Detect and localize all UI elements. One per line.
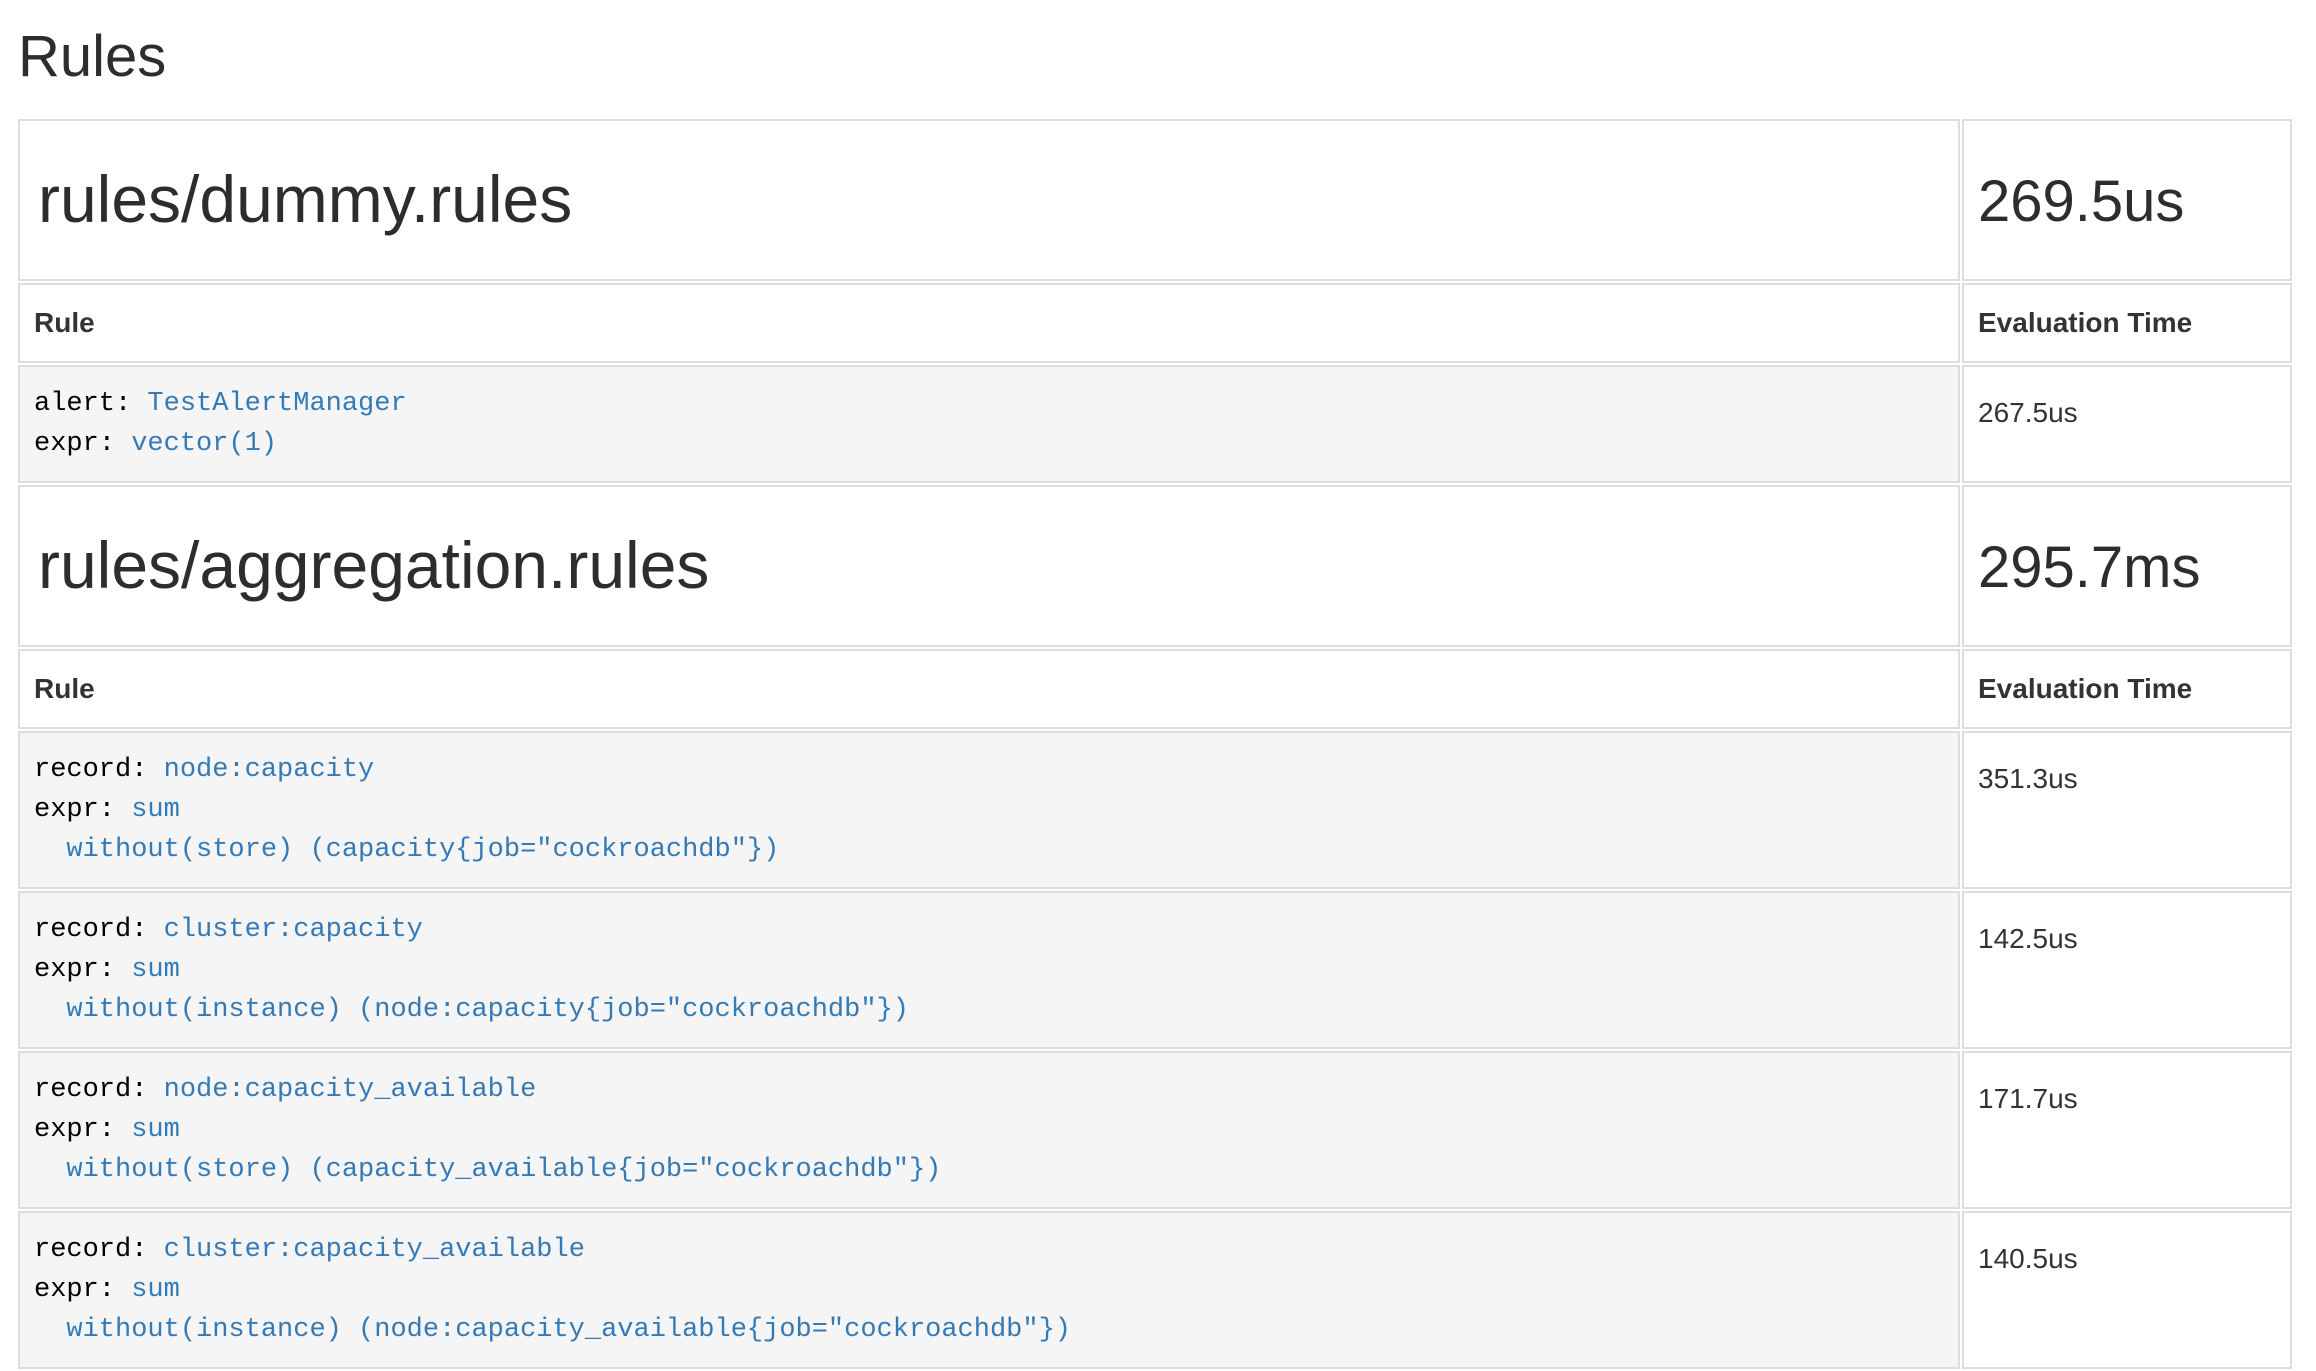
rule-name-link[interactable]: TestAlertManager <box>147 389 406 419</box>
rule-keyword-label: expr: <box>34 955 115 985</box>
rule-eval-time-cell: 140.5us <box>1962 1211 2292 1369</box>
rule-group-eval-total: 295.7ms <box>1978 536 2276 601</box>
rule-code: record: cluster:capacity_available expr:… <box>34 1230 1944 1350</box>
rule-group-eval-total-cell: 295.7ms <box>1962 485 2292 647</box>
rule-row: alert: TestAlertManager expr: vector(1)2… <box>18 365 2292 483</box>
rule-definition-cell: record: node:capacity expr: sum without(… <box>18 731 1960 889</box>
eval-time-column-header: Evaluation Time <box>1962 283 2292 363</box>
rule-group-name-cell: rules/aggregation.rules <box>18 485 1960 647</box>
rule-definition-cell: record: node:capacity_available expr: su… <box>18 1051 1960 1209</box>
rules-table: rules/dummy.rules269.5usRuleEvaluation T… <box>16 117 2294 1371</box>
rule-expr-link[interactable]: sum without(store) (capacity_available{j… <box>34 1115 941 1185</box>
rule-name-link[interactable]: node:capacity <box>164 755 375 785</box>
rule-row: record: node:capacity expr: sum without(… <box>18 731 2292 889</box>
rule-eval-time-cell: 142.5us <box>1962 891 2292 1049</box>
rule-row: record: cluster:capacity_available expr:… <box>18 1211 2292 1369</box>
rule-expr-link[interactable]: sum without(store) (capacity{job="cockro… <box>34 795 779 865</box>
column-header-row: RuleEvaluation Time <box>18 649 2292 729</box>
rule-eval-time-cell: 351.3us <box>1962 731 2292 889</box>
rule-row: record: node:capacity_available expr: su… <box>18 1051 2292 1209</box>
rule-group-name-cell: rules/dummy.rules <box>18 119 1960 281</box>
rule-keyword-label: expr: <box>34 1275 115 1305</box>
rule-name-link[interactable]: cluster:capacity_available <box>164 1235 585 1265</box>
rule-code: alert: TestAlertManager expr: vector(1) <box>34 384 1944 464</box>
rule-name-link[interactable]: node:capacity_available <box>164 1075 537 1105</box>
rule-group-header-row: rules/aggregation.rules 295.7ms <box>18 485 2292 647</box>
page-title: Rules <box>18 24 2294 91</box>
rule-expr-link[interactable]: vector(1) <box>131 429 277 459</box>
rule-definition-cell: record: cluster:capacity_available expr:… <box>18 1211 1960 1369</box>
rule-keyword-label: alert: <box>34 389 131 419</box>
rule-definition-cell: alert: TestAlertManager expr: vector(1) <box>18 365 1960 483</box>
rule-eval-time-cell: 171.7us <box>1962 1051 2292 1209</box>
rule-group-eval-total-cell: 269.5us <box>1962 119 2292 281</box>
rule-column-header: Rule <box>18 283 1960 363</box>
rule-keyword-label: expr: <box>34 1115 115 1145</box>
rule-code: record: node:capacity expr: sum without(… <box>34 750 1944 870</box>
rule-keyword-label: record: <box>34 1235 147 1265</box>
eval-time-column-header: Evaluation Time <box>1962 649 2292 729</box>
rule-group-eval-total: 269.5us <box>1978 170 2276 235</box>
rule-row: record: cluster:capacity expr: sum witho… <box>18 891 2292 1049</box>
rule-keyword-label: record: <box>34 1075 147 1105</box>
rule-definition-cell: record: cluster:capacity expr: sum witho… <box>18 891 1960 1049</box>
rule-code: record: node:capacity_available expr: su… <box>34 1070 1944 1190</box>
rule-group-name: rules/aggregation.rules <box>38 529 1944 603</box>
rule-eval-time-cell: 267.5us <box>1962 365 2292 483</box>
rule-keyword-label: record: <box>34 915 147 945</box>
rule-keyword-label: expr: <box>34 429 115 459</box>
rule-group-header-row: rules/dummy.rules 269.5us <box>18 119 2292 281</box>
rule-expr-link[interactable]: sum without(instance) (node:capacity{job… <box>34 955 909 1025</box>
rule-group-name: rules/dummy.rules <box>38 163 1944 237</box>
column-header-row: RuleEvaluation Time <box>18 283 2292 363</box>
rule-keyword-label: expr: <box>34 795 115 825</box>
rule-name-link[interactable]: cluster:capacity <box>164 915 423 945</box>
rule-expr-link[interactable]: sum without(instance) (node:capacity_ava… <box>34 1275 1071 1345</box>
rule-column-header: Rule <box>18 649 1960 729</box>
rules-table-body: rules/dummy.rules269.5usRuleEvaluation T… <box>18 119 2292 1369</box>
rule-code: record: cluster:capacity expr: sum witho… <box>34 910 1944 1030</box>
rule-keyword-label: record: <box>34 755 147 785</box>
